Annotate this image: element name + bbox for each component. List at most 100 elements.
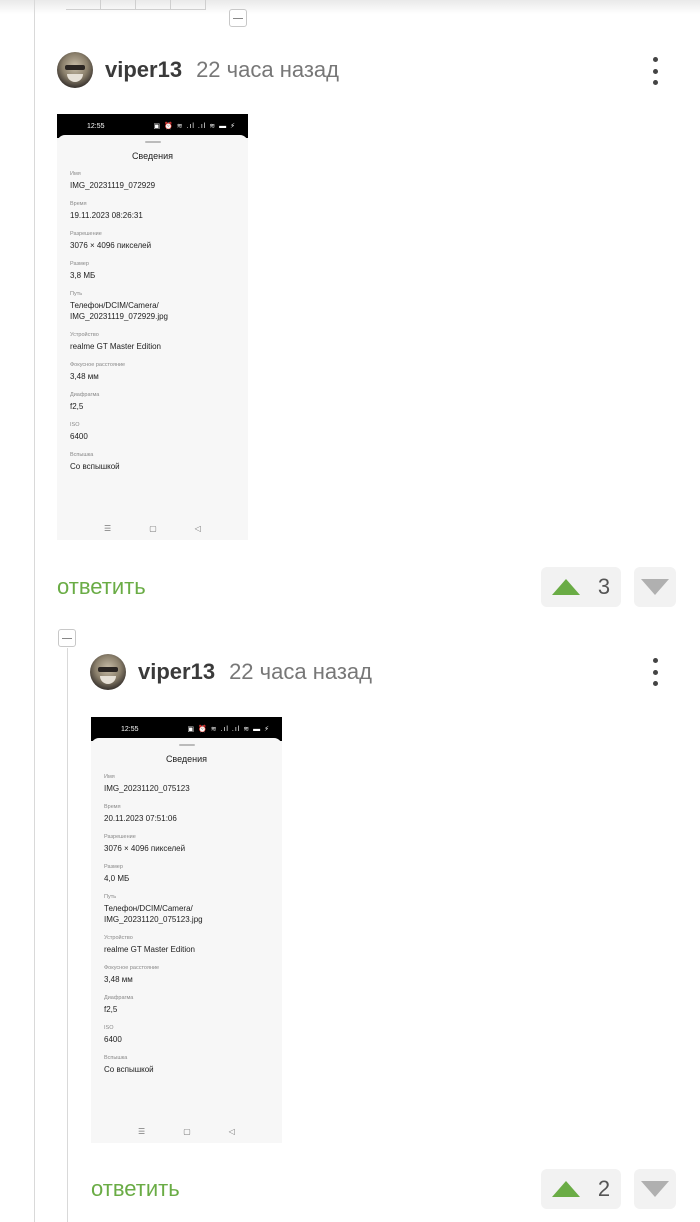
detail-field: Вспышка Со вспышкой — [91, 1055, 282, 1075]
detail-value: 3076 × 4096 пикселей — [104, 844, 186, 853]
detail-field: ISO 6400 — [91, 1025, 282, 1045]
detail-value: realme GT Master Edition — [70, 342, 161, 351]
detail-value: Со вспышкой — [70, 462, 120, 471]
detail-field: Размер 4,0 МБ — [91, 864, 282, 884]
detail-field: ISO 6400 — [57, 422, 248, 442]
detail-value: 3,48 мм — [70, 372, 99, 381]
detail-label: Путь — [70, 291, 83, 297]
collapse-thread-button[interactable] — [58, 629, 76, 647]
detail-label: Путь — [104, 894, 117, 900]
sheet-handle — [178, 744, 195, 746]
detail-field: Диафрагма f2,5 — [91, 995, 282, 1015]
arrow-down-icon — [641, 1181, 669, 1197]
home-icon: ▢ — [183, 1126, 191, 1136]
detail-field: Имя IMG_20231119_072929 — [57, 171, 248, 191]
menu-icon: ☰ — [104, 523, 112, 533]
vote-score: 3 — [597, 574, 611, 599]
detail-value: Телефон/DCIM/Camera/ IMG_20231119_072929… — [70, 301, 169, 321]
home-icon: ▢ — [149, 523, 157, 533]
sheet-title: Сведения — [131, 151, 174, 161]
detail-label: Диафрагма — [70, 392, 100, 398]
detail-value: 3076 × 4096 пикселей — [70, 241, 152, 250]
detail-field: Устройство realme GT Master Edition — [91, 935, 282, 955]
detail-label: Вспышка — [70, 452, 94, 458]
phone-status-time: 12:55 — [87, 122, 105, 130]
detail-value: 6400 — [70, 432, 88, 441]
upvote-button[interactable]: 2 — [541, 1169, 621, 1209]
avatar[interactable] — [57, 52, 93, 88]
detail-value: Со вспышкой — [104, 1065, 154, 1074]
detail-label: Вспышка — [104, 1055, 128, 1061]
detail-value: IMG_20231120_075123 — [104, 784, 190, 793]
detail-label: Фокусное расстояние — [104, 965, 160, 971]
detail-label: Время — [70, 201, 87, 207]
attached-screenshot[interactable]: 12:55 ▣ ⏰ ≋ .ıl .ıl ≋ ▬ ⚡ Сведения Имя IM… — [57, 114, 248, 540]
detail-field: Устройство realme GT Master Edition — [57, 332, 248, 352]
detail-value: 3,8 МБ — [70, 271, 96, 280]
sheet-handle — [144, 141, 161, 143]
detail-field: Время 20.11.2023 07:51:06 — [91, 804, 282, 824]
arrow-up-icon — [551, 1181, 580, 1197]
phone-status-icons: ▣ ⏰ ≋ .ıl .ıl ≋ ▬ ⚡ — [187, 726, 270, 733]
comment-header: viper13 22 часа назад — [90, 654, 372, 690]
detail-field: Фокусное расстояние 3,48 мм — [57, 362, 248, 382]
phone-status-time: 12:55 — [121, 725, 139, 733]
back-icon: ◁ — [194, 523, 201, 533]
downvote-button[interactable] — [634, 1169, 676, 1209]
comment-header: viper13 22 часа назад — [57, 52, 339, 88]
thread-line[interactable] — [67, 648, 68, 1222]
details-fields: Имя IMG_20231120_075123 Время 20.11.2023 07… — [91, 774, 282, 1075]
comment-time[interactable]: 22 часа назад — [196, 57, 339, 83]
detail-field: Диафрагма f2,5 — [57, 392, 248, 412]
phone-nav-bar: ☰ ▢ ◁ — [57, 516, 248, 540]
reply-link[interactable]: ответить — [57, 574, 146, 600]
upvote-button[interactable]: 3 — [541, 567, 621, 607]
detail-value: f2,5 — [104, 1005, 118, 1014]
details-sheet: Сведения Имя IMG_20231120_075123 Время 20.1… — [91, 738, 282, 1143]
downvote-button[interactable] — [634, 567, 676, 607]
details-fields: Имя IMG_20231119_072929 Время 19.11.2023 08… — [57, 171, 248, 472]
vote-score: 2 — [597, 1176, 611, 1201]
collapse-thread-button[interactable] — [229, 9, 247, 27]
more-options-icon[interactable] — [651, 658, 659, 686]
detail-field: Размер 3,8 МБ — [57, 261, 248, 281]
detail-label: ISO — [104, 1025, 114, 1031]
username[interactable]: viper13 — [105, 57, 182, 83]
detail-label: Разрешение — [70, 231, 102, 237]
menu-icon: ☰ — [138, 1126, 146, 1136]
detail-field: Фокусное расстояние 3,48 мм — [91, 965, 282, 985]
arrow-up-icon — [551, 579, 580, 595]
thread-line[interactable] — [34, 0, 35, 1222]
detail-value: IMG_20231119_072929 — [70, 181, 156, 190]
arrow-down-icon — [641, 579, 669, 595]
detail-field: Имя IMG_20231120_075123 — [91, 774, 282, 794]
comment-time[interactable]: 22 часа назад — [229, 659, 372, 685]
detail-value: Телефон/DCIM/Camera/ IMG_20231120_075123… — [104, 904, 203, 924]
detail-value: 3,48 мм — [104, 975, 133, 984]
detail-field: Путь Телефон/DCIM/Camera/ IMG_20231119_07… — [57, 291, 248, 322]
reply-link[interactable]: ответить — [91, 1176, 180, 1202]
detail-field: Разрешение 3076 × 4096 пикселей — [57, 231, 248, 251]
detail-value: 6400 — [104, 1035, 122, 1044]
detail-label: Размер — [70, 261, 89, 267]
details-sheet: Сведения Имя IMG_20231119_072929 Время 19.1… — [57, 135, 248, 540]
detail-label: Фокусное расстояние — [70, 362, 126, 368]
more-options-icon[interactable] — [651, 57, 659, 85]
detail-value: 19.11.2023 08:26:31 — [70, 211, 143, 220]
detail-label: Время — [104, 804, 121, 810]
previous-content-remnant — [66, 0, 206, 10]
detail-value: 4,0 МБ — [104, 874, 130, 883]
username[interactable]: viper13 — [138, 659, 215, 685]
detail-label: Устройство — [70, 332, 99, 338]
detail-field: Вспышка Со вспышкой — [57, 452, 248, 472]
detail-label: Диафрагма — [104, 995, 134, 1001]
avatar[interactable] — [90, 654, 126, 690]
detail-field: Путь Телефон/DCIM/Camera/ IMG_20231120_07… — [91, 894, 282, 925]
detail-label: Устройство — [104, 935, 133, 941]
detail-label: Имя — [104, 774, 115, 780]
back-icon: ◁ — [228, 1126, 235, 1136]
detail-label: Разрешение — [104, 834, 136, 840]
detail-field: Время 19.11.2023 08:26:31 — [57, 201, 248, 221]
attached-screenshot[interactable]: 12:55 ▣ ⏰ ≋ .ıl .ıl ≋ ▬ ⚡ Сведения Имя IM… — [91, 717, 282, 1143]
detail-label: ISO — [70, 422, 80, 428]
